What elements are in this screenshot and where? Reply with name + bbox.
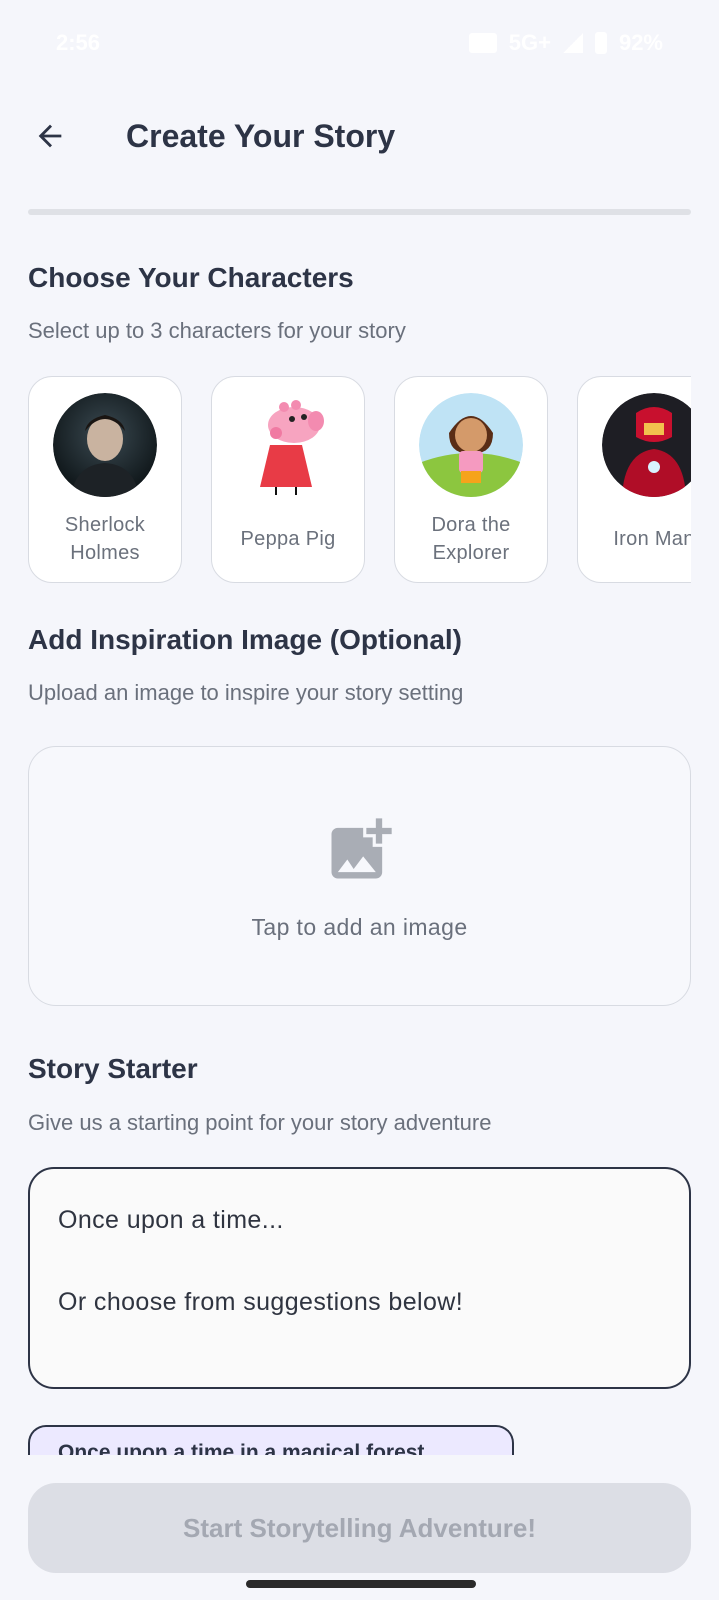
character-name: Iron Man: [613, 528, 691, 550]
image-upload-area[interactable]: Tap to add an image: [28, 746, 691, 1006]
characters-title: Choose Your Characters: [28, 262, 354, 293]
character-name: Sherlock Holmes: [64, 514, 146, 564]
add-photo-icon: [331, 817, 392, 878]
upload-label: Tap to add an image: [251, 913, 468, 940]
ironman-avatar: [602, 393, 691, 497]
dora-avatar: [419, 393, 523, 497]
starter-placeholder-line1: Once upon a time...: [58, 1206, 284, 1234]
peppa-avatar: [236, 393, 340, 497]
inspiration-subtitle: Upload an image to inspire your story se…: [28, 680, 464, 705]
character-carousel[interactable]: Sherlock Holmes Peppa Pig Dora the Explo…: [28, 376, 691, 586]
home-indicator[interactable]: [246, 1580, 476, 1588]
character-card-ironman[interactable]: Iron Man: [577, 376, 691, 583]
status-icons: 5G+ 92%: [468, 30, 663, 56]
signal-icon: [562, 33, 583, 53]
start-storytelling-button[interactable]: Start Storytelling Adventure!: [28, 1483, 691, 1573]
top-app-bar: Create Your Story: [0, 96, 719, 176]
characters-subtitle: Select up to 3 characters for your story: [28, 318, 406, 343]
starter-placeholder-line2: Or choose from suggestions below!: [58, 1288, 464, 1316]
character-card-peppa[interactable]: Peppa Pig: [211, 376, 365, 583]
starter-subtitle: Give us a starting point for your story …: [28, 1110, 492, 1135]
network-label: 5G+: [508, 30, 551, 55]
story-starter-input[interactable]: Once upon a time... Or choose from sugge…: [28, 1167, 691, 1389]
page-title: Create Your Story: [126, 117, 396, 154]
inspiration-title: Add Inspiration Image (Optional): [28, 624, 462, 655]
character-card-sherlock[interactable]: Sherlock Holmes: [28, 376, 182, 583]
character-card-dora[interactable]: Dora the Explorer: [394, 376, 548, 583]
notification-icon: [468, 33, 497, 53]
arrow-left-icon: [38, 124, 62, 148]
starter-title: Story Starter: [28, 1053, 198, 1084]
character-name: Peppa Pig: [240, 528, 336, 550]
back-button[interactable]: [28, 114, 72, 158]
progress-divider: [28, 209, 691, 215]
character-name: Dora the Explorer: [431, 514, 511, 564]
status-time: 2:56: [56, 30, 101, 55]
battery-icon: [594, 32, 607, 54]
battery-percent: 92%: [618, 30, 663, 55]
sherlock-avatar: [53, 393, 157, 497]
status-bar: 2:56 5G+ 92%: [0, 0, 719, 86]
